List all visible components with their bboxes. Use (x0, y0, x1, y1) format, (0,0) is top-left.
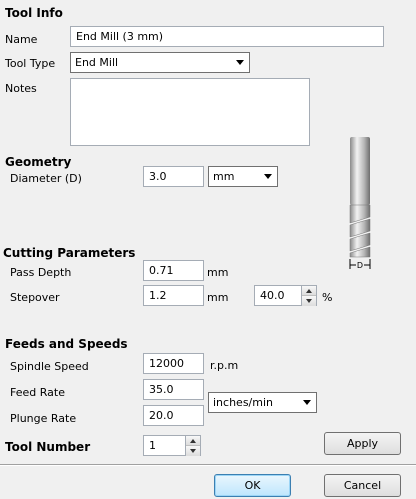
stepover-label: Stepover (10, 291, 60, 304)
rate-unit-value: inches/min (213, 396, 273, 409)
tool-number-label: Tool Number (5, 440, 91, 454)
feeds-and-speeds-heading: Feeds and Speeds (5, 337, 128, 351)
stepover-percent-spinner[interactable] (302, 285, 317, 306)
diameter-unit-dropdown[interactable]: mm (208, 166, 278, 187)
pass-depth-field[interactable]: 0.71 (143, 260, 204, 281)
tool-info-heading: Tool Info (5, 6, 63, 20)
spin-up-icon[interactable] (302, 286, 316, 296)
stepover-field[interactable]: 1.2 (143, 285, 204, 306)
cancel-button[interactable]: Cancel (324, 474, 401, 497)
pass-depth-label: Pass Depth (10, 266, 72, 279)
stepover-percent-unit: % (322, 291, 333, 304)
tool-type-value: End Mill (75, 56, 119, 69)
tool-type-label: Tool Type (5, 57, 56, 70)
pass-depth-unit: mm (207, 266, 229, 279)
tool-number-field[interactable]: 1 (143, 435, 186, 456)
plunge-rate-field[interactable]: 20.0 (143, 405, 204, 426)
stepover-unit: mm (207, 291, 229, 304)
spindle-speed-field[interactable]: 12000 (143, 353, 204, 374)
diameter-field[interactable]: 3.0 (143, 166, 204, 187)
diameter-label: Diameter (D) (10, 172, 82, 185)
tool-number-spinner[interactable] (186, 435, 201, 456)
name-label: Name (5, 33, 38, 46)
diameter-dimension-label: D (357, 261, 363, 270)
end-mill-illustration: D (349, 137, 371, 270)
diameter-unit-value: mm (213, 170, 235, 183)
geometry-heading: Geometry (5, 155, 72, 169)
spin-down-icon[interactable] (302, 296, 316, 306)
rate-unit-dropdown[interactable]: inches/min (208, 392, 317, 413)
chevron-down-icon (303, 400, 311, 405)
name-field[interactable]: End Mill (3 mm) (70, 26, 384, 47)
ok-button[interactable]: OK (214, 474, 291, 497)
spin-down-icon[interactable] (186, 446, 200, 456)
spindle-speed-unit: r.p.m (210, 359, 239, 372)
notes-label: Notes (5, 82, 37, 95)
divider (0, 464, 416, 466)
spin-up-icon[interactable] (186, 436, 200, 446)
cutting-parameters-heading: Cutting Parameters (3, 246, 136, 260)
chevron-down-icon (236, 60, 244, 65)
apply-button[interactable]: Apply (324, 432, 401, 455)
notes-field[interactable] (70, 78, 310, 146)
stepover-percent-field[interactable]: 40.0 (254, 285, 302, 306)
tool-type-dropdown[interactable]: End Mill (70, 52, 250, 73)
spindle-speed-label: Spindle Speed (10, 360, 89, 373)
plunge-rate-label: Plunge Rate (10, 412, 77, 425)
feed-rate-field[interactable]: 35.0 (143, 379, 204, 400)
feed-rate-label: Feed Rate (10, 386, 65, 399)
chevron-down-icon (264, 174, 272, 179)
